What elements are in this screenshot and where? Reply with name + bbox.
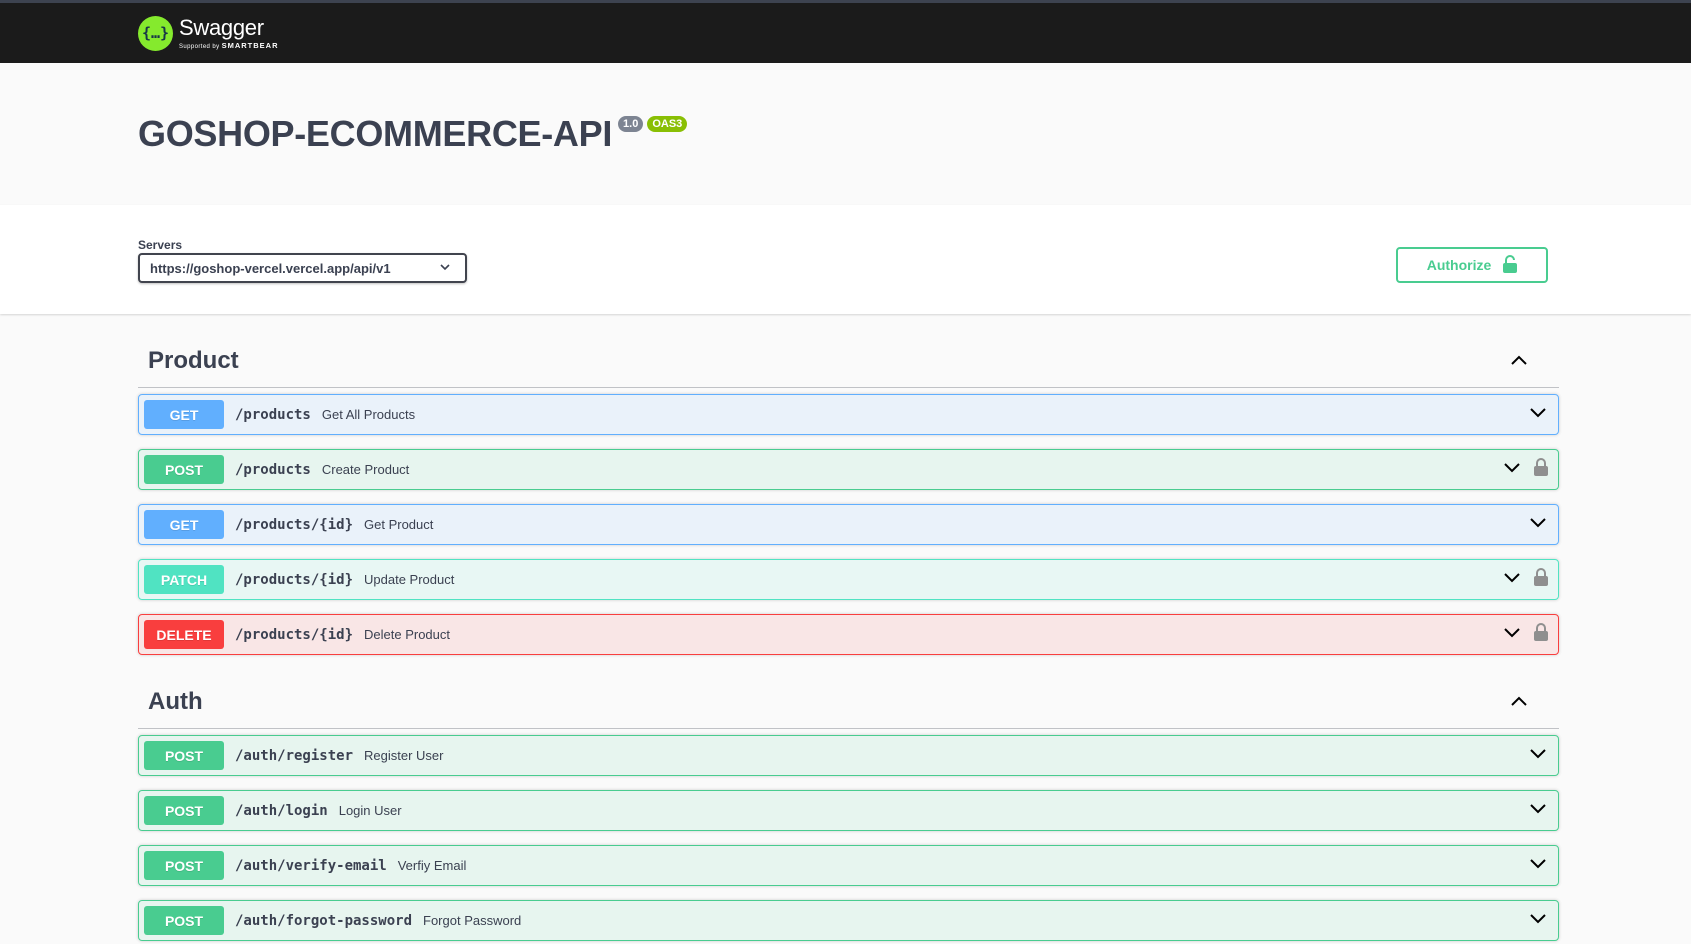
lock-icon[interactable] <box>1534 623 1548 646</box>
operation-row[interactable]: GET/products/{id} Get Product <box>138 504 1559 545</box>
chevron-down-icon[interactable] <box>1528 798 1548 823</box>
operation-row[interactable]: DELETE/products/{id} Delete Product <box>138 614 1559 655</box>
chevron-down-icon[interactable] <box>1502 622 1522 647</box>
operation-path: /products/{id} <box>235 626 354 643</box>
operation-row[interactable]: POST/auth/register Register User <box>138 735 1559 776</box>
version-badge: 1.0 <box>618 116 644 132</box>
swagger-logo[interactable]: {…} Swagger Supported by SMARTBEAR <box>138 14 279 51</box>
chevron-down-icon[interactable] <box>1502 457 1522 482</box>
operation-controls <box>1528 791 1548 830</box>
method-badge: GET <box>144 400 224 429</box>
lock-open-icon <box>1503 254 1518 276</box>
operations-list: GET/products Get All Products POST/product… <box>138 394 1559 655</box>
tag-header[interactable]: Auth <box>138 675 1559 729</box>
method-badge: POST <box>144 741 224 770</box>
operation-path: /auth/login <box>235 802 328 819</box>
tag-section-auth: Auth POST/auth/register Register User POST /… <box>138 675 1559 941</box>
method-badge: GET <box>144 510 224 539</box>
operation-controls <box>1502 615 1548 654</box>
operation-controls <box>1502 450 1548 489</box>
operation-controls <box>1528 736 1548 775</box>
operation-path: /auth/verify-email <box>235 857 387 874</box>
operation-summary: Login User <box>338 803 402 818</box>
operations-list: POST/auth/register Register User POST/auth… <box>138 735 1559 941</box>
operation-row[interactable]: GET/products Get All Products <box>138 394 1559 435</box>
tag-title: Auth <box>148 687 203 715</box>
method-badge: PATCH <box>144 565 224 594</box>
operation-summary: Verfiy Email <box>397 858 467 873</box>
operation-row[interactable]: POST/auth/forgot-password Forgot Password <box>138 900 1559 941</box>
operation-row[interactable]: PATCH/products/{id} Update Product <box>138 559 1559 600</box>
operation-path: /auth/register <box>235 747 354 764</box>
servers-label: Servers <box>138 238 183 252</box>
operations-container: Product GET/products Get All Products POST /… <box>138 334 1559 941</box>
chevron-up-icon[interactable] <box>1509 692 1529 712</box>
method-badge: POST <box>144 796 224 825</box>
operation-controls <box>1528 901 1548 940</box>
operation-summary: Get Product <box>364 517 434 532</box>
operation-path: /products <box>235 461 311 478</box>
operation-row[interactable]: POST/auth/verify-email Verfiy Email <box>138 845 1559 886</box>
tag-section-product: Product GET/products Get All Products POST /… <box>138 334 1559 655</box>
scheme-container: Servers https://goshop-vercel.vercel.app… <box>0 205 1691 314</box>
operation-controls <box>1528 846 1548 885</box>
chevron-down-icon[interactable] <box>1528 402 1548 427</box>
server-value: https://goshop-vercel.vercel.app/api/v1 <box>150 260 391 276</box>
tag-title: Product <box>148 346 239 374</box>
operation-summary: Register User <box>364 748 444 763</box>
operation-path: /products/{id} <box>235 516 354 533</box>
operation-summary: Create Product <box>321 462 410 477</box>
lock-icon[interactable] <box>1534 568 1548 591</box>
operation-row[interactable]: POST/auth/login Login User <box>138 790 1559 831</box>
operation-path: /products/{id} <box>235 571 354 588</box>
tag-header[interactable]: Product <box>138 334 1559 388</box>
authorize-label: Authorize <box>1426 257 1492 273</box>
operation-row[interactable]: POST/products Create Product <box>138 449 1559 490</box>
chevron-down-icon[interactable] <box>1528 743 1548 768</box>
method-badge: POST <box>144 851 224 880</box>
chevron-down-icon[interactable] <box>1528 853 1548 878</box>
servers-select[interactable]: https://goshop-vercel.vercel.app/api/v1 <box>138 253 467 283</box>
chevron-up-icon[interactable] <box>1509 351 1529 371</box>
operation-summary: Delete Product <box>364 627 451 642</box>
topbar: {…} Swagger Supported by SMARTBEAR <box>0 0 1691 63</box>
operation-path: /auth/forgot-password <box>235 912 413 929</box>
chevron-down-icon <box>439 261 451 276</box>
method-badge: DELETE <box>144 620 224 649</box>
swagger-logo-icon: {…} <box>138 15 173 51</box>
operation-controls <box>1502 560 1548 599</box>
chevron-down-icon[interactable] <box>1502 567 1522 592</box>
operation-controls <box>1528 395 1548 434</box>
api-info: GOSHOP-ECOMMERCE-API 1.0 OAS3 <box>0 63 1691 205</box>
operation-controls <box>1528 505 1548 544</box>
logo-name: Swagger <box>179 14 264 40</box>
lock-icon[interactable] <box>1534 458 1548 481</box>
chevron-down-icon[interactable] <box>1528 908 1548 933</box>
operation-summary: Update Product <box>364 572 455 587</box>
oas-badge: OAS3 <box>647 116 688 132</box>
operation-summary: Forgot Password <box>423 913 522 928</box>
logo-subtitle: Supported by SMARTBEAR <box>179 40 279 50</box>
authorize-button[interactable]: Authorize <box>1396 247 1548 283</box>
method-badge: POST <box>144 455 224 484</box>
operation-path: /products <box>235 406 311 423</box>
method-badge: POST <box>144 906 224 935</box>
api-title: GOSHOP-ECOMMERCE-API <box>138 113 613 154</box>
operation-summary: Get All Products <box>321 407 416 422</box>
chevron-down-icon[interactable] <box>1528 512 1548 537</box>
